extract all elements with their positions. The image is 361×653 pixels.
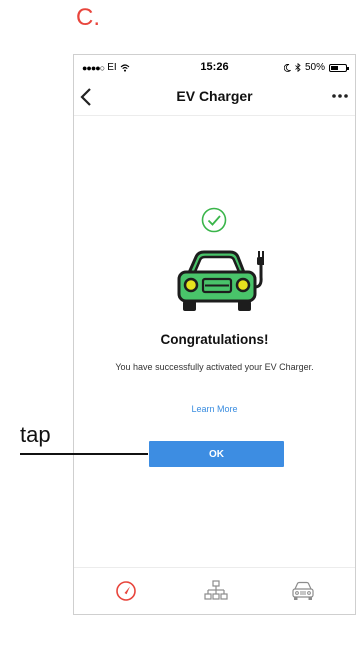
- learn-more-link[interactable]: Learn More: [74, 404, 355, 414]
- bluetooth-icon: [295, 63, 301, 72]
- ok-button[interactable]: OK: [149, 441, 284, 467]
- tap-annotation-label: tap: [20, 422, 51, 447]
- nav-bar: EV Charger: [74, 79, 355, 116]
- moon-icon: [283, 63, 291, 72]
- battery-percent: 50%: [304, 62, 325, 73]
- success-check-icon: [201, 207, 227, 233]
- tab-vehicle[interactable]: [291, 580, 315, 602]
- speedometer-icon: [116, 581, 136, 601]
- success-message: You have successfully activated your EV …: [115, 362, 314, 372]
- car-icon: [292, 581, 314, 600]
- nav-title: EV Charger: [176, 88, 253, 104]
- battery-icon: [329, 63, 349, 72]
- more-options-button[interactable]: [331, 85, 349, 104]
- tap-annotation-pointer: [20, 453, 148, 455]
- step-label: C.: [76, 4, 100, 31]
- ellipsis-icon: [332, 94, 348, 98]
- network-icon: [204, 580, 228, 600]
- tab-dashboard[interactable]: [114, 580, 138, 602]
- congratulations-heading: Congratulations!: [160, 332, 269, 347]
- status-bar: ●●●●○ EI 15:26 50%: [74, 55, 355, 79]
- tab-bar: [74, 567, 355, 614]
- phone-screen: ●●●●○ EI 15:26 50% EV Charger Congratula…: [73, 54, 356, 615]
- status-right: 50%: [283, 62, 349, 73]
- ev-car-charger-icon: [177, 250, 264, 311]
- tab-network[interactable]: [204, 580, 228, 602]
